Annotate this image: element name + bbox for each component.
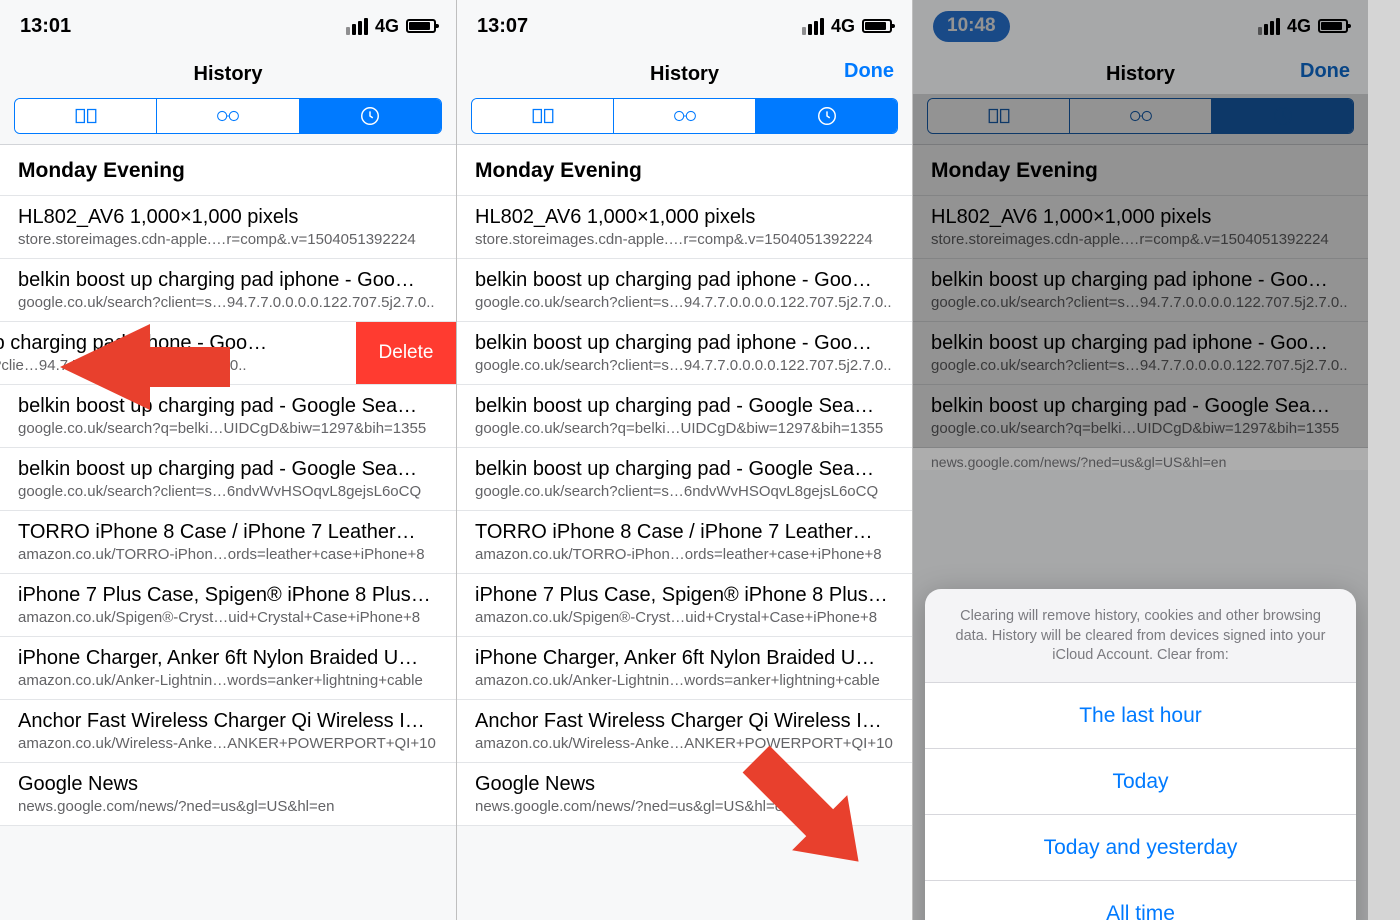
- clock-icon: [814, 105, 840, 127]
- screen-2-history-list: 13:07 4G History Done Monday Evening HL8…: [456, 0, 912, 920]
- book-icon: [530, 105, 556, 127]
- clear-option-today-yesterday[interactable]: Today and yesterday: [925, 814, 1356, 880]
- screen-1-swipe-delete: 13:01 4G History Monday Evening HL802_AV…: [0, 0, 456, 920]
- segmented-bar: [457, 94, 912, 145]
- history-item[interactable]: iPhone Charger, Anker 6ft Nylon Braided …: [457, 637, 912, 700]
- cellular-signal-icon: [802, 18, 824, 35]
- history-list[interactable]: HL802_AV6 1,000×1,000 pixelsstore.storei…: [0, 196, 456, 826]
- book-icon: [73, 105, 99, 127]
- glasses-icon: [215, 105, 241, 127]
- tab-reading-list[interactable]: [614, 99, 756, 133]
- delete-button[interactable]: Delete: [356, 322, 456, 384]
- history-item[interactable]: belkin boost up charging pad - Google Se…: [0, 448, 456, 511]
- history-item[interactable]: TORRO iPhone 8 Case / iPhone 7 Leather…a…: [0, 511, 456, 574]
- history-item[interactable]: Anchor Fast Wireless Charger Qi Wireless…: [457, 700, 912, 763]
- history-item[interactable]: belkin boost up charging pad iphone - Go…: [457, 322, 912, 385]
- history-item[interactable]: HL802_AV6 1,000×1,000 pixelsstore.storei…: [457, 196, 912, 259]
- status-bar: 13:07 4G: [457, 0, 912, 54]
- nav-bar: History Done: [457, 54, 912, 94]
- history-item[interactable]: TORRO iPhone 8 Case / iPhone 7 Leather…a…: [457, 511, 912, 574]
- clear-option-all-time[interactable]: All time: [925, 880, 1356, 920]
- history-item[interactable]: Google Newsnews.google.com/news/?ned=us&…: [457, 763, 912, 826]
- history-item[interactable]: belkin boost up charging pad - Google Se…: [0, 385, 456, 448]
- screen-3-clear-history-sheet: 10:48 4G History Done Monday Evening HL8…: [912, 0, 1368, 920]
- page-title: History: [650, 63, 719, 86]
- clear-option-today[interactable]: Today: [925, 748, 1356, 814]
- page-title: History: [194, 63, 263, 86]
- glasses-icon: [672, 105, 698, 127]
- battery-icon: [406, 19, 436, 33]
- tab-reading-list[interactable]: [157, 99, 299, 133]
- battery-icon: [862, 19, 892, 33]
- done-button[interactable]: Done: [844, 60, 894, 83]
- history-item[interactable]: iPhone 7 Plus Case, Spigen® iPhone 8 Plu…: [0, 574, 456, 637]
- history-item[interactable]: Google Newsnews.google.com/news/?ned=us&…: [0, 763, 456, 826]
- sheet-message: Clearing will remove history, cookies an…: [925, 589, 1356, 682]
- history-item[interactable]: belkin boost up charging pad - Google Se…: [457, 448, 912, 511]
- status-time: 13:07: [477, 15, 528, 38]
- history-item[interactable]: iPhone 7 Plus Case, Spigen® iPhone 8 Plu…: [457, 574, 912, 637]
- status-bar: 13:01 4G: [0, 0, 456, 54]
- section-header: Monday Evening: [457, 145, 912, 196]
- clear-option-last-hour[interactable]: The last hour: [925, 682, 1356, 748]
- nav-bar: History: [0, 54, 456, 94]
- history-item[interactable]: belkin boost up charging pad iphone - Go…: [0, 259, 456, 322]
- history-item[interactable]: belkin boost up charging pad iphone - Go…: [457, 259, 912, 322]
- history-item[interactable]: iPhone Charger, Anker 6ft Nylon Braided …: [0, 637, 456, 700]
- history-list[interactable]: HL802_AV6 1,000×1,000 pixelsstore.storei…: [457, 196, 912, 826]
- history-item[interactable]: HL802_AV6 1,000×1,000 pixelsstore.storei…: [0, 196, 456, 259]
- network-label: 4G: [831, 16, 855, 37]
- segmented-bar: [0, 94, 456, 145]
- clear-history-action-sheet: Clearing will remove history, cookies an…: [925, 589, 1356, 920]
- history-item[interactable]: Anchor Fast Wireless Charger Qi Wireless…: [0, 700, 456, 763]
- tab-bookmarks[interactable]: [15, 99, 157, 133]
- cellular-signal-icon: [346, 18, 368, 35]
- history-item-swiped[interactable]: boost up charging pad iphone - Goo…uk/se…: [0, 322, 456, 385]
- history-item[interactable]: belkin boost up charging pad - Google Se…: [457, 385, 912, 448]
- network-label: 4G: [375, 16, 399, 37]
- tab-history[interactable]: [756, 99, 897, 133]
- clock-icon: [357, 105, 383, 127]
- tab-history[interactable]: [300, 99, 441, 133]
- tab-bookmarks[interactable]: [472, 99, 614, 133]
- section-header: Monday Evening: [0, 145, 456, 196]
- status-time: 13:01: [20, 15, 71, 38]
